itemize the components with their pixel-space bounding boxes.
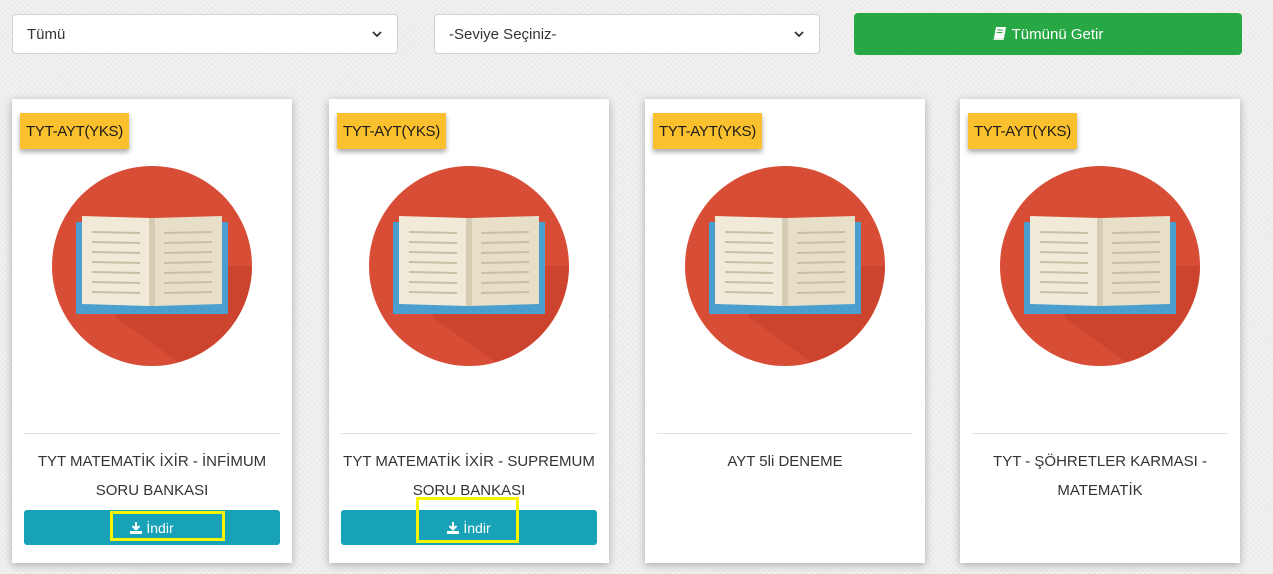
highlight-box: [416, 497, 519, 543]
open-book-icon: [685, 166, 885, 366]
card-title: TYT - ŞÖHRETLER KARMASI - MATEMATİK: [993, 453, 1207, 499]
card-divider: [341, 433, 597, 434]
exam-tag: TYT-AYT(YKS): [337, 113, 446, 149]
resource-card: TYT-AYT(YKS) AYT 5li DENEME: [645, 99, 925, 563]
exam-tag: TYT-AYT(YKS): [653, 113, 762, 149]
card-divider: [24, 433, 280, 434]
resource-card: TYT-AYT(YKS) TYT MATEMATİK İXİR - İNFİMU…: [12, 99, 292, 563]
open-book-icon: [1000, 166, 1200, 366]
level-select[interactable]: -Seviye Seçiniz-: [434, 14, 820, 54]
category-select[interactable]: Tümü: [12, 14, 398, 54]
category-select-value: Tümü: [27, 25, 66, 43]
resource-card: TYT-AYT(YKS) TYT - ŞÖHRETLER KARMASI - M…: [960, 99, 1240, 563]
fetch-all-label: Tümünü Getir: [1011, 25, 1104, 43]
fetch-all-button[interactable]: Tümünü Getir: [854, 13, 1242, 55]
open-book-icon: [369, 166, 569, 366]
exam-tag: TYT-AYT(YKS): [968, 113, 1077, 149]
card-divider: [972, 433, 1228, 434]
level-select-value: -Seviye Seçiniz-: [449, 25, 557, 43]
card-title: AYT 5li DENEME: [727, 453, 843, 470]
highlight-box: [110, 511, 225, 541]
card-title: TYT MATEMATİK İXİR - İNFİMUM SORU BANKAS…: [37, 453, 267, 499]
chevron-down-icon: [372, 31, 382, 38]
open-book-icon: [52, 166, 252, 366]
resource-card: TYT-AYT(YKS) TYT MATEMATİK İXİR - SUPREM…: [329, 99, 609, 563]
chevron-down-icon: [794, 31, 804, 38]
card-divider: [657, 433, 913, 434]
exam-tag: TYT-AYT(YKS): [20, 113, 129, 149]
book-icon: [993, 27, 1006, 40]
